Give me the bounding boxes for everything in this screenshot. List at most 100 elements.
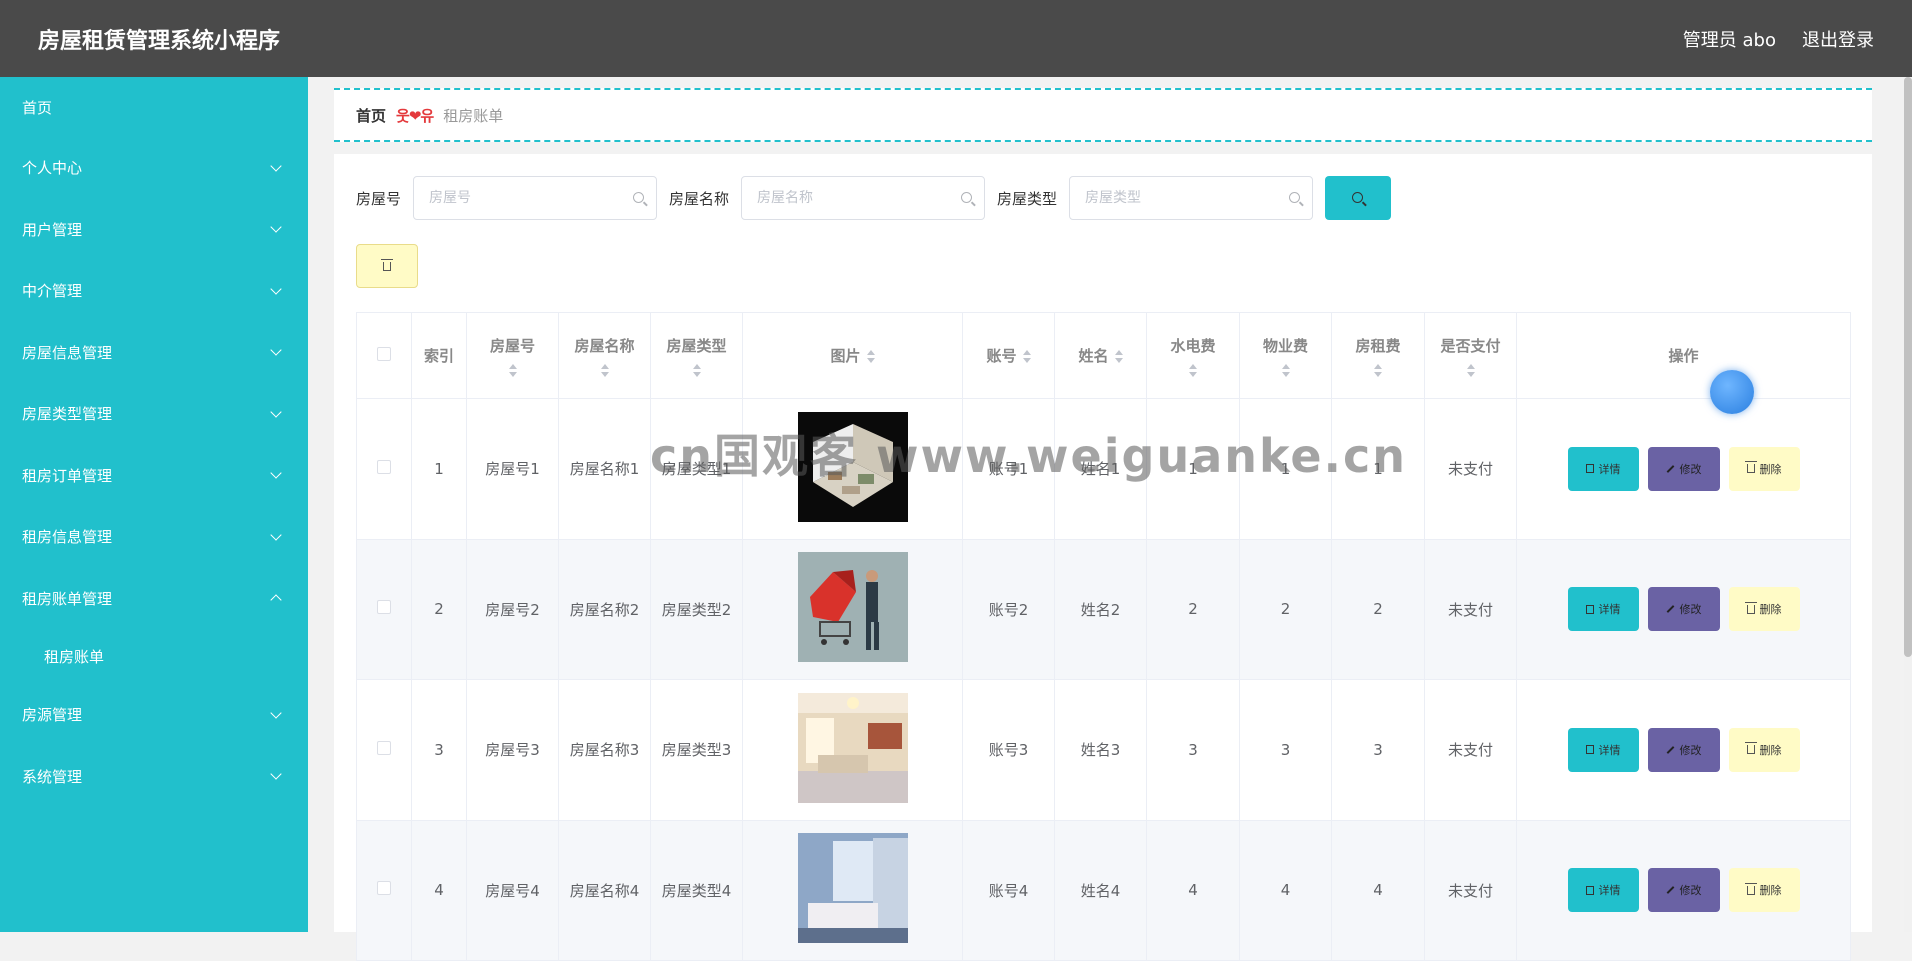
search-icon	[1352, 192, 1364, 203]
column-header[interactable]: 图片	[742, 312, 963, 399]
detail-button[interactable]: 详情	[1567, 587, 1639, 632]
document-icon	[1585, 745, 1594, 755]
utility-fee-cell: 1	[1146, 398, 1240, 540]
house-name-field	[741, 176, 986, 220]
edit-button[interactable]: 修改	[1647, 587, 1720, 632]
chevron-down-icon	[270, 283, 282, 295]
house-no-input[interactable]	[414, 177, 657, 219]
sort-icon[interactable]	[1466, 363, 1476, 377]
sidebar-item-personal-center[interactable]: 个人中心	[0, 137, 308, 199]
index-cell: 3	[411, 679, 467, 821]
page-scrollbar[interactable]	[1904, 77, 1912, 932]
column-header[interactable]: 姓名	[1054, 312, 1147, 399]
row-select-cell	[356, 538, 412, 680]
delete-button[interactable]: 删除	[1728, 587, 1800, 632]
sidebar-item-agent-management[interactable]: 中介管理	[0, 260, 308, 322]
chevron-down-icon	[270, 467, 282, 479]
chevron-up-icon	[270, 594, 282, 606]
edit-button[interactable]: 修改	[1647, 868, 1720, 913]
sort-icon[interactable]	[1188, 363, 1198, 377]
house-name-input[interactable]	[742, 177, 985, 219]
sidebar-item-home[interactable]: 首页	[0, 77, 308, 137]
sort-icon[interactable]	[1022, 350, 1031, 363]
admin-label[interactable]: 管理员 abo	[1683, 26, 1776, 52]
house-name-cell: 房屋名称3	[558, 679, 651, 821]
sidebar-item-label: 租房信息管理	[22, 528, 113, 547]
column-header-label: 姓名	[1078, 347, 1109, 365]
sidebar-item-house-type[interactable]: 房屋类型管理	[0, 383, 308, 445]
house-image[interactable]	[797, 552, 908, 663]
property-fee-cell: 2	[1239, 538, 1332, 680]
house-no-cell: 房屋号4	[466, 819, 559, 961]
sort-icon[interactable]	[508, 363, 518, 377]
sort-icon[interactable]	[1373, 363, 1383, 377]
logout-button[interactable]: 退出登录	[1802, 26, 1874, 52]
house-type-cell: 房屋类型2	[650, 538, 743, 680]
actions-cell: 详情 修改 删除	[1516, 398, 1851, 540]
house-type-input[interactable]	[1070, 177, 1313, 219]
chevron-down-icon	[270, 221, 282, 233]
sidebar-item-listings[interactable]: 房源管理	[0, 684, 308, 746]
sort-icon[interactable]	[1114, 350, 1123, 363]
sort-icon[interactable]	[1281, 363, 1291, 377]
detail-button[interactable]: 详情	[1567, 727, 1639, 772]
row-checkbox[interactable]	[377, 740, 391, 755]
house-no-cell: 房屋号3	[466, 679, 559, 821]
floating-assistant-icon[interactable]	[1710, 370, 1754, 414]
image-cell	[742, 679, 963, 821]
delete-button[interactable]: 删除	[1728, 868, 1800, 913]
sort-icon[interactable]	[600, 363, 610, 377]
sidebar-item-rental-info[interactable]: 租房信息管理	[0, 506, 308, 568]
sidebar-item-system[interactable]: 系统管理	[0, 746, 308, 808]
column-header[interactable]: 房租费	[1331, 312, 1425, 399]
search-icon	[633, 192, 645, 203]
delete-button[interactable]: 删除	[1728, 727, 1800, 772]
search-button[interactable]	[1325, 176, 1392, 220]
utility-fee-cell: 2	[1146, 538, 1240, 680]
breadcrumb-home[interactable]: 首页	[356, 105, 386, 126]
column-header[interactable]: 水电费	[1146, 312, 1240, 399]
sidebar-item-rental-orders[interactable]: 租房订单管理	[0, 445, 308, 507]
sidebar-item-house-info[interactable]: 房屋信息管理	[0, 322, 308, 384]
edit-button[interactable]: 修改	[1647, 727, 1720, 772]
sort-icon[interactable]	[692, 363, 702, 377]
column-header[interactable]: 房屋号	[466, 312, 559, 399]
column-header[interactable]: 物业费	[1239, 312, 1332, 399]
sidebar-subitem-rental-bill[interactable]: 租房账单	[0, 629, 308, 684]
detail-button[interactable]: 详情	[1567, 446, 1639, 491]
sidebar-item-user-management[interactable]: 用户管理	[0, 199, 308, 261]
column-header-label: 房屋类型	[666, 336, 727, 355]
detail-button[interactable]: 详情	[1567, 868, 1639, 913]
column-header-label: 账号	[986, 347, 1017, 365]
house-type-label: 房屋类型	[997, 189, 1058, 208]
scrollbar-thumb[interactable]	[1904, 77, 1912, 657]
house-image[interactable]	[797, 692, 908, 803]
house-type-cell: 房屋类型1	[650, 398, 743, 540]
sidebar-item-label: 首页	[22, 98, 53, 117]
column-header[interactable]: 账号	[962, 312, 1055, 399]
sidebar-item-label: 用户管理	[22, 220, 83, 239]
pencil-icon	[1666, 886, 1674, 895]
delete-button[interactable]: 删除	[1728, 446, 1800, 491]
column-header[interactable]: 是否支付	[1424, 312, 1517, 399]
sidebar-item-rental-bills[interactable]: 租房账单管理	[0, 568, 308, 630]
house-type-field	[1069, 176, 1314, 220]
name-cell: 姓名4	[1054, 819, 1147, 961]
batch-delete-button[interactable]	[356, 244, 418, 288]
house-type-cell: 房屋类型3	[650, 679, 743, 821]
paid-status-cell: 未支付	[1424, 398, 1517, 540]
select-all-checkbox[interactable]	[377, 346, 391, 361]
column-header: 索引	[411, 312, 467, 399]
row-checkbox[interactable]	[377, 459, 391, 474]
trash-icon	[1744, 882, 1757, 895]
house-image[interactable]	[797, 833, 908, 944]
index-cell: 2	[411, 538, 467, 680]
sort-icon[interactable]	[866, 350, 875, 363]
row-checkbox[interactable]	[377, 600, 391, 615]
column-header[interactable]: 房屋名称	[558, 312, 651, 399]
pencil-icon	[1666, 605, 1674, 614]
edit-button[interactable]: 修改	[1647, 446, 1720, 491]
house-image[interactable]	[797, 411, 908, 522]
column-header[interactable]: 房屋类型	[650, 312, 743, 399]
row-checkbox[interactable]	[377, 881, 391, 896]
